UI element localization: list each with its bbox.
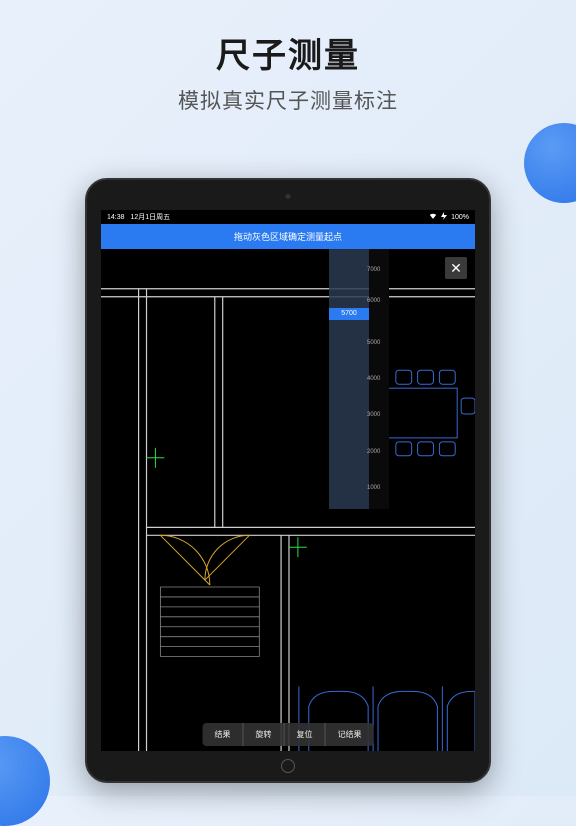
tablet-frame: 14:38 12月1日周五 100% 拖动灰色区域确定测量起点	[85, 178, 491, 783]
ruler-tick-label: 3000	[367, 412, 380, 418]
decor-circle	[524, 123, 576, 203]
status-battery: 100%	[451, 214, 469, 221]
ruler-tick-label: 7000	[367, 267, 380, 273]
ruler-tick-label: 4000	[367, 376, 380, 382]
toolbar-rotate-button[interactable]: 旋转	[244, 723, 285, 746]
bottom-toolbar: 结果 旋转 复位 记结果	[203, 723, 374, 746]
hero-title: 尺子测量	[0, 28, 576, 77]
ruler-tick-label: 5000	[367, 340, 380, 346]
ruler-tick-label: 2000	[367, 449, 380, 455]
cad-canvas[interactable]: 7000 6000 5700 5000 4000 3000 2000 1000 …	[101, 249, 475, 751]
status-left: 14:38 12月1日周五	[107, 212, 170, 222]
ruler-tick-label: 1000	[367, 485, 380, 491]
status-right: 100%	[429, 212, 469, 222]
tablet-home-button[interactable]	[281, 759, 295, 773]
ruler-value-badge: 5700	[329, 308, 369, 320]
tip-bar: 拖动灰色区域确定测量起点	[101, 224, 475, 249]
wifi-icon	[429, 213, 437, 222]
cad-drawing	[101, 249, 475, 751]
status-date: 12月1日周五	[130, 214, 170, 221]
toolbar-record-button[interactable]: 记结果	[326, 723, 374, 746]
tablet-camera	[286, 194, 291, 199]
ruler-scale[interactable]: 7000 6000 5700 5000 4000 3000 2000 1000	[369, 249, 389, 509]
tablet-screen: 14:38 12月1日周五 100% 拖动灰色区域确定测量起点	[101, 210, 475, 751]
decor-circle	[0, 736, 50, 826]
hero-subtitle: 模拟真实尺子测量标注	[0, 85, 576, 115]
close-button[interactable]: ✕	[445, 257, 467, 279]
ruler-tick-label: 6000	[367, 298, 380, 304]
toolbar-reset-button[interactable]: 复位	[285, 723, 326, 746]
toolbar-result-button[interactable]: 结果	[203, 723, 244, 746]
ruler-drag-handle[interactable]	[329, 249, 369, 509]
status-bar: 14:38 12月1日周五 100%	[101, 210, 475, 224]
status-time: 14:38	[107, 214, 125, 221]
battery-icon	[441, 212, 447, 222]
